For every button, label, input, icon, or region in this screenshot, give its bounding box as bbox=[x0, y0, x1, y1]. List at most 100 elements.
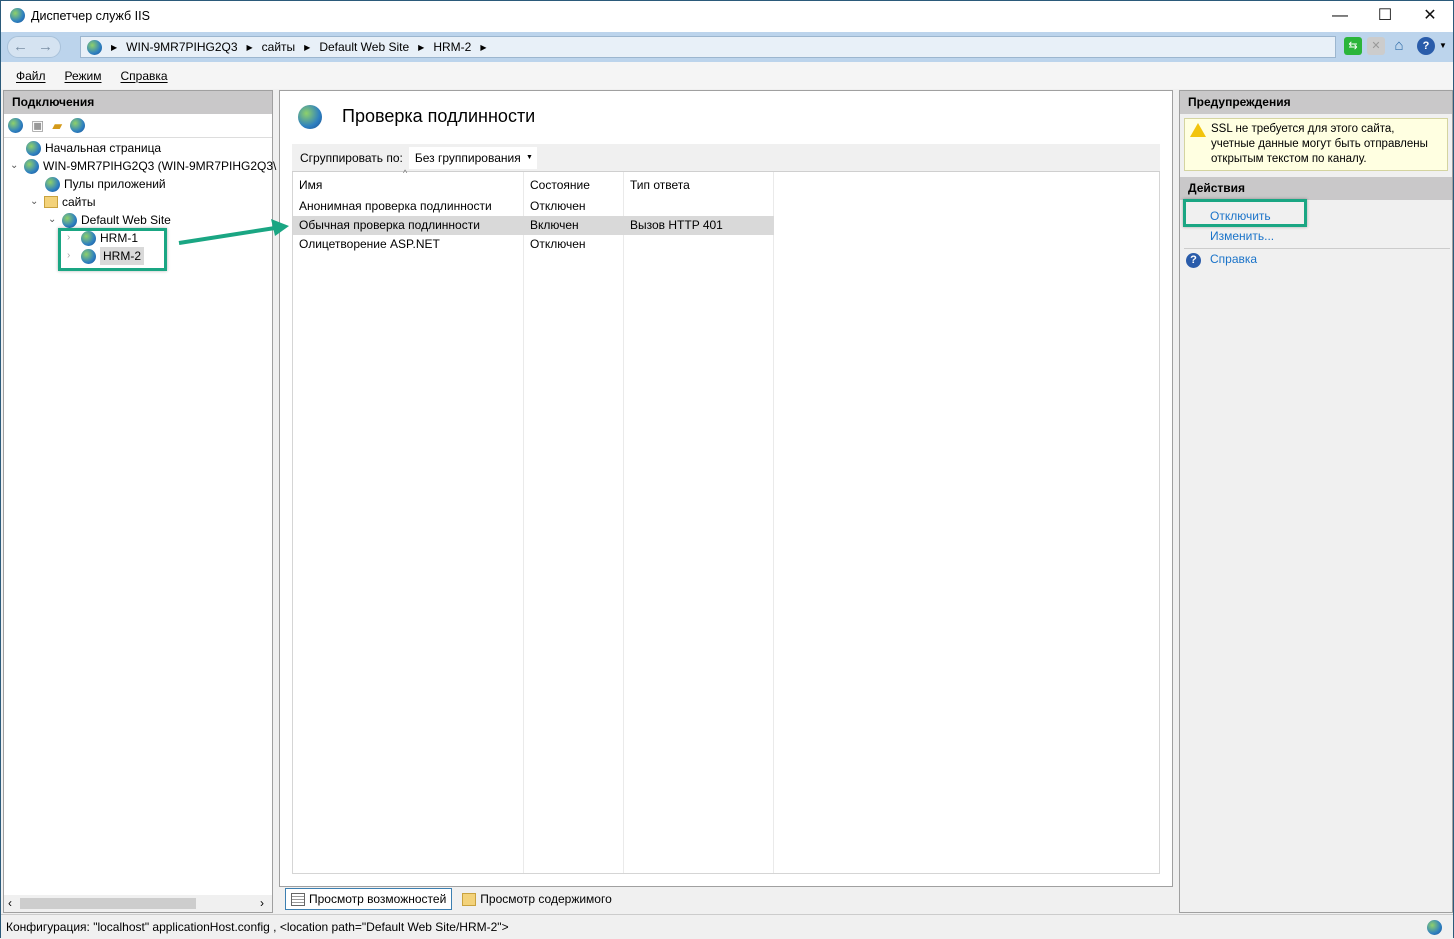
crumb-hrm-2[interactable]: HRM-2 bbox=[433, 40, 471, 54]
edit-action[interactable]: Изменить... bbox=[1180, 226, 1452, 246]
alerts-title: Предупреждения bbox=[1180, 91, 1452, 114]
group-by-value: Без группирования bbox=[414, 150, 521, 165]
horizontal-scrollbar[interactable]: ‹ › bbox=[4, 895, 272, 912]
tree-item-server[interactable]: ⌄ WIN-9MR7PIHG2Q3 (WIN-9MR7PIHG2Q3\ bbox=[10, 157, 276, 175]
group-by-label: Сгруппировать по: bbox=[300, 150, 403, 165]
ssl-warning: SSL не требуется для этого сайта, учетны… bbox=[1184, 118, 1448, 171]
chevron-down-icon: ▼ bbox=[525, 153, 533, 161]
tree-item-default-web-site[interactable]: ⌄ Default Web Site bbox=[48, 211, 171, 229]
crumb-server[interactable]: WIN-9MR7PIHG2Q3 bbox=[126, 40, 237, 54]
column-header-name[interactable]: Имя bbox=[299, 178, 322, 192]
chevron-down-icon[interactable]: ▼ bbox=[1439, 41, 1447, 50]
connections-toolbar: ▣ ▰ bbox=[4, 114, 272, 138]
chevron-right-icon: ▶ bbox=[480, 42, 487, 52]
help-icon[interactable]: ? bbox=[1417, 37, 1435, 55]
maximize-button[interactable]: ☐ bbox=[1362, 5, 1408, 27]
folder-icon bbox=[44, 196, 58, 208]
tree-label: Default Web Site bbox=[81, 213, 171, 227]
home-icon[interactable]: ⌂ bbox=[1390, 37, 1408, 55]
menu-file[interactable]: Файл bbox=[16, 69, 46, 83]
chevron-right-icon: ▶ bbox=[304, 42, 311, 52]
scrollbar-thumb[interactable] bbox=[20, 898, 196, 909]
table-row[interactable]: Анонимная проверка подлинности Отключен bbox=[293, 197, 774, 216]
menu-help[interactable]: Справка bbox=[121, 69, 168, 83]
iis-app-icon bbox=[10, 8, 25, 23]
site-icon bbox=[87, 39, 102, 55]
content-view-icon bbox=[462, 892, 477, 906]
column-divider bbox=[624, 172, 774, 873]
tree-label: Начальная страница bbox=[45, 141, 162, 155]
scroll-left-icon[interactable]: ‹ bbox=[8, 896, 12, 910]
disconnect-icon[interactable] bbox=[70, 118, 86, 133]
column-divider bbox=[524, 172, 624, 873]
chevron-right-icon: ▶ bbox=[418, 42, 425, 52]
connections-title: Подключения bbox=[4, 91, 272, 114]
app-pools-icon bbox=[45, 176, 60, 192]
row-state: Отключен bbox=[530, 237, 586, 251]
globe-icon bbox=[62, 212, 77, 228]
status-text: Конфигурация: "localhost" applicationHos… bbox=[6, 920, 509, 934]
chevron-down-icon[interactable]: ⌄ bbox=[10, 157, 20, 175]
stop-icon[interactable]: ✕ bbox=[1367, 37, 1385, 55]
tree-item-sites[interactable]: ⌄ сайты bbox=[30, 193, 96, 211]
column-header-response-type[interactable]: Тип ответа bbox=[630, 178, 690, 192]
scroll-right-icon[interactable]: › bbox=[260, 896, 264, 910]
window-title: Диспетчер служб IIS bbox=[31, 9, 150, 23]
tab-label: Просмотр возможностей bbox=[309, 892, 447, 906]
warning-text: SSL не требуется для этого сайта, учетны… bbox=[1211, 123, 1428, 165]
column-divider bbox=[293, 172, 524, 873]
menu-bar: Файл Режим Справка bbox=[1, 62, 1453, 89]
server-icon bbox=[24, 158, 39, 174]
server-icon bbox=[26, 140, 41, 156]
help-action[interactable]: Справка bbox=[1180, 249, 1257, 269]
tree-item-app-pools[interactable]: Пулы приложений bbox=[45, 175, 166, 193]
breadcrumb[interactable]: ▶ WIN-9MR7PIHG2Q3 ▶ сайты ▶ Default Web … bbox=[80, 36, 1336, 58]
tree-label: сайты bbox=[62, 195, 96, 209]
menu-view[interactable]: Режим bbox=[65, 69, 102, 83]
tab-features-view[interactable]: Просмотр возможностей bbox=[285, 888, 453, 910]
group-by-bar: Сгруппировать по: Без группирования ▼ bbox=[292, 144, 1160, 172]
tree-label: Пулы приложений bbox=[64, 177, 166, 191]
save-icon[interactable]: ▣ bbox=[31, 117, 44, 134]
row-name: Обычная проверка подлинности bbox=[299, 218, 480, 232]
row-type: Вызов HTTP 401 bbox=[630, 218, 723, 232]
row-name: Олицетворение ASP.NET bbox=[299, 237, 440, 251]
table-row[interactable]: Олицетворение ASP.NET Отключен bbox=[293, 235, 774, 254]
actions-title: Действия bbox=[1180, 177, 1452, 200]
page-title: Проверка подлинности bbox=[342, 106, 536, 126]
server-status-icon bbox=[1427, 920, 1442, 935]
back-forward-buttons[interactable]: ←→ bbox=[7, 36, 61, 58]
sort-ascending-icon: ^ bbox=[403, 168, 408, 178]
warning-icon bbox=[1190, 123, 1206, 137]
view-tabs: Просмотр возможностей Просмотр содержимо… bbox=[285, 888, 618, 910]
chevron-right-icon: ▶ bbox=[111, 42, 118, 52]
tab-content-view[interactable]: Просмотр содержимого bbox=[456, 888, 617, 910]
connections-panel: Подключения ▣ ▰ Начальная страница ⌄ WIN-… bbox=[3, 90, 276, 913]
group-by-select[interactable]: Без группирования ▼ bbox=[408, 146, 537, 169]
highlight-box bbox=[1183, 199, 1307, 227]
close-button[interactable]: ✕ bbox=[1407, 5, 1453, 27]
crumb-default-web-site[interactable]: Default Web Site bbox=[319, 40, 409, 54]
chevron-down-icon[interactable]: ⌄ bbox=[30, 193, 40, 211]
row-state: Включен bbox=[530, 218, 579, 232]
tree-item-start-page[interactable]: Начальная страница bbox=[26, 139, 161, 157]
connect-icon[interactable] bbox=[8, 118, 23, 133]
title-bar: Диспетчер служб IIS — ☐ ✕ bbox=[1, 1, 1453, 32]
crumb-sites[interactable]: сайты bbox=[262, 40, 296, 54]
up-folder-icon[interactable]: ▰ bbox=[52, 118, 62, 134]
minimize-button[interactable]: — bbox=[1317, 5, 1363, 27]
chevron-down-icon[interactable]: ⌄ bbox=[48, 211, 58, 229]
row-name: Анонимная проверка подлинности bbox=[299, 199, 492, 213]
feature-panel: Проверка подлинности Сгруппировать по: Б… bbox=[279, 90, 1173, 887]
help-action-row[interactable]: ? Справка bbox=[1180, 249, 1452, 271]
table-row[interactable]: Обычная проверка подлинности Включен Выз… bbox=[293, 216, 774, 235]
annotation-arrow bbox=[178, 219, 289, 245]
features-view-icon bbox=[291, 892, 305, 906]
column-header-state[interactable]: Состояние bbox=[530, 178, 590, 192]
chevron-right-icon: ▶ bbox=[246, 42, 253, 52]
refresh-icon[interactable]: ⇆ bbox=[1344, 37, 1362, 55]
row-state: Отключен bbox=[530, 199, 586, 213]
authentication-list: ^ Имя Состояние Тип ответа Анонимная про… bbox=[292, 168, 1160, 874]
authentication-icon bbox=[298, 105, 322, 129]
highlight-box bbox=[58, 228, 167, 271]
